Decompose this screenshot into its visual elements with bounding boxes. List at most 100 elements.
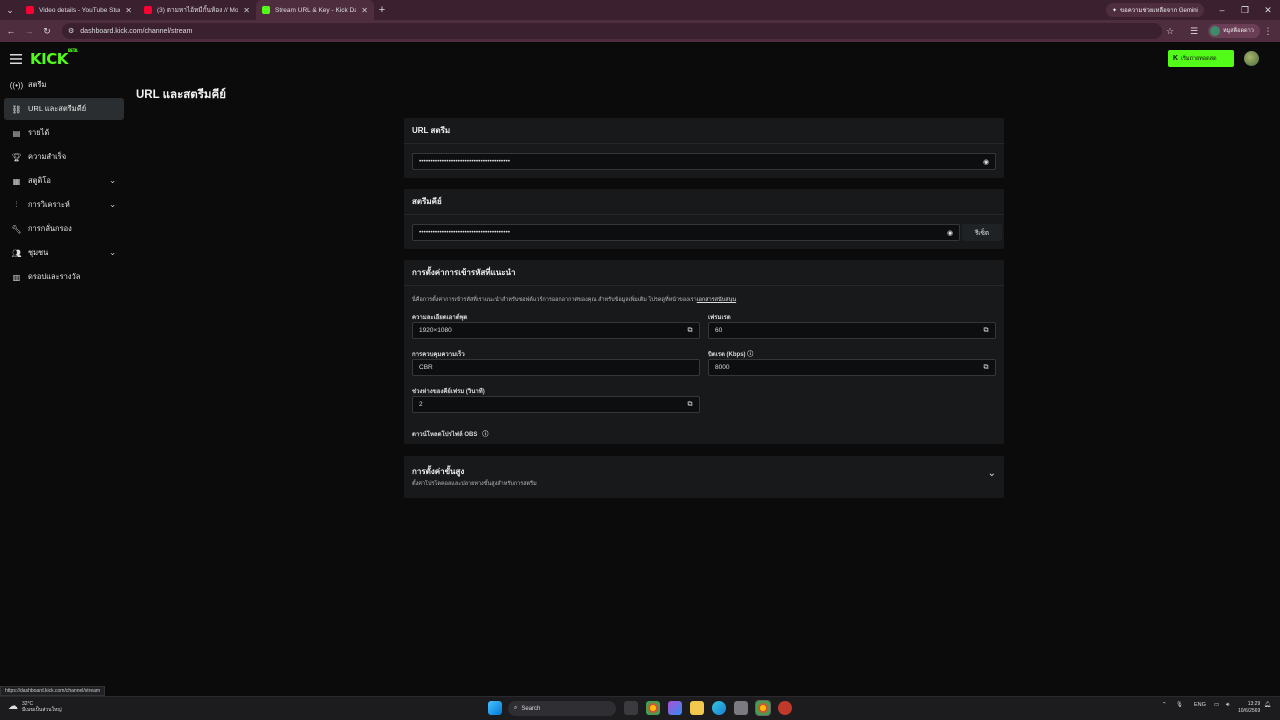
close-tab-icon[interactable]: ✕ [125, 6, 132, 15]
chevron-down-icon[interactable]: ⌄ [109, 176, 116, 185]
encoder-description: นี่คือการตั้งค่าการเข้ารหัสที่เราแนะนำสำ… [412, 296, 736, 304]
notification-icon[interactable]: 🔔︎ [1264, 702, 1271, 708]
profile-button[interactable]: หมูสต็อดดาว [1208, 24, 1260, 38]
copy-icon[interactable]: ⧉ [982, 364, 990, 372]
tab-actions-icon[interactable]: ☰ [1188, 25, 1200, 37]
sidebar-item-achievements[interactable]: 🏆︎ ความสำเร็จ [4, 146, 124, 168]
edge-icon[interactable] [712, 701, 726, 715]
stream-icon: ((•)) [9, 80, 24, 90]
status-bar-url: https://dashboard.kick.com/channel/strea… [0, 686, 106, 696]
bookmark-star-icon[interactable]: ☆ [1164, 25, 1176, 37]
copy-icon[interactable]: ⧉ [686, 401, 694, 409]
info-icon[interactable]: ⓘ [747, 352, 753, 358]
reload-button[interactable]: ↻ [38, 22, 56, 40]
resolution-label: ความละเอียดเอาต์พุต [412, 315, 468, 321]
copilot-icon[interactable] [668, 701, 682, 715]
browser-menu-icon[interactable]: ⋮ [1262, 25, 1274, 37]
minimize-button[interactable]: – [1211, 0, 1233, 20]
site-info-icon[interactable]: ⚙ [68, 27, 74, 35]
tab-search-icon[interactable]: ⌄ [0, 0, 20, 20]
back-button[interactable]: ← [2, 22, 20, 40]
sidebar-item-community[interactable]: 👥︎ ชุมชน ⌄ [4, 242, 124, 264]
encoder-settings-card: การตั้งค่าการเข้ารหัสที่แนะนำ นี่คือการต… [404, 260, 1004, 444]
advanced-settings-card[interactable]: การตั้งค่าขั้นสูง ตั้งค่าโปรโตคอลและปลาย… [404, 456, 1004, 498]
chevron-down-icon[interactable]: ⌄ [109, 200, 116, 209]
taskbar-search[interactable]: ⌕ Search [508, 701, 616, 716]
stream-url-field[interactable]: ••••••••••••••••••••••••••••••••••••••••… [412, 153, 996, 170]
copy-icon[interactable]: ⧉ [982, 327, 990, 335]
analytics-icon: ⫶ [15, 200, 18, 209]
chevron-down-icon[interactable]: ⌄ [109, 248, 116, 257]
gemini-button[interactable]: ✦ ขอความช่วยเหลือจาก Gemini [1106, 3, 1204, 17]
youtube-favicon-icon [26, 6, 34, 14]
stream-key-value: •••••••••••••••••••••••••••••••••••••••• [419, 229, 511, 236]
obs-profile-label: ดาวน์โหลดโปรไฟล์ OBS [412, 432, 478, 438]
microphone-icon[interactable]: 🎙︎ [1176, 702, 1183, 708]
drops-icon: ▥ [12, 272, 21, 282]
windows-taskbar: ☁ 32°C มีเมฆเป็นส่วนใหญ่ ⌕ Search ⌃ 🎙︎ E… [0, 696, 1280, 720]
sidebar-item-drops[interactable]: ▥ ดรอปและรางวัล [4, 266, 124, 288]
close-window-button[interactable]: ✕ [1257, 0, 1279, 20]
close-tab-icon[interactable]: ✕ [243, 6, 250, 15]
windows-start-icon[interactable] [488, 701, 502, 715]
search-icon: ⌕ [514, 705, 518, 711]
omnibox[interactable]: ⚙ dashboard.kick.com/channel/stream [62, 23, 1162, 39]
chrome-icon[interactable] [646, 701, 660, 715]
tab-kick-dashboard[interactable]: Stream URL & Key - Kick Dashb... ✕ [256, 0, 374, 20]
kick-logo[interactable]: KICKBETA [30, 48, 78, 68]
sidebar-item-studio[interactable]: ▦ สตูดิโอ ⌄ [4, 170, 124, 192]
reset-key-button[interactable]: รีเซ็ต [962, 224, 1002, 241]
close-tab-icon[interactable]: ✕ [361, 6, 368, 15]
language-indicator[interactable]: ENG [1194, 702, 1206, 708]
rate-control-value: CBR [419, 364, 433, 371]
framerate-field[interactable]: 60 ⧉ [708, 322, 996, 339]
tab-youtube-studio[interactable]: Video details - YouTube Studio ✕ [20, 0, 138, 20]
settings-icon[interactable] [734, 701, 748, 715]
chevron-down-icon[interactable]: ⌄ [988, 468, 996, 479]
tray-overflow-icon[interactable]: ⌃ [1162, 702, 1167, 708]
browser-tab-strip: ⌄ Video details - YouTube Studio ✕ (3) ต… [0, 0, 1280, 20]
stream-key-field[interactable]: ••••••••••••••••••••••••••••••••••••••••… [412, 224, 960, 241]
stream-key-heading: สตรีมคีย์ [404, 189, 1004, 215]
search-label: Search [521, 705, 541, 712]
file-explorer-icon[interactable] [690, 701, 704, 715]
copy-icon[interactable]: ⧉ [686, 327, 694, 335]
chrome-profile-icon[interactable] [755, 700, 771, 716]
sidebar-item-analytics[interactable]: ⫶ การวิเคราะห์ ⌄ [4, 194, 124, 216]
sidebar-item-label: การกลั่นกรอง [28, 224, 72, 233]
resolution-field[interactable]: 1920×1080 ⧉ [412, 322, 700, 339]
tab-title: Stream URL & Key - Kick Dashb... [275, 6, 357, 14]
forward-button[interactable]: → [20, 22, 38, 40]
maximize-button[interactable]: ❐ [1234, 0, 1256, 20]
tab-title: Video details - YouTube Studio [39, 6, 121, 14]
rate-control-field[interactable]: CBR [412, 359, 700, 376]
task-view-icon[interactable] [624, 701, 638, 715]
community-icon: 👥︎ [11, 248, 22, 258]
network-icon[interactable]: ▭ [1214, 702, 1219, 708]
bitrate-field[interactable]: 8000 ⧉ [708, 359, 996, 376]
sidebar-item-moderation[interactable]: 🔧︎ การกลั่นกรอง [4, 218, 124, 240]
go-live-button[interactable]: K เริ่มถ่ายทอดสด [1168, 50, 1234, 67]
sidebar-item-stream[interactable]: ((•)) สตรีม [4, 74, 124, 96]
tab-youtube-video[interactable]: (3) ตามหาไอ้หมีกั้นห้อง // Monster... ✕ [138, 0, 256, 20]
eye-icon[interactable]: ◉ [982, 158, 990, 166]
app-icon[interactable] [778, 701, 792, 715]
user-avatar[interactable] [1244, 51, 1259, 66]
hamburger-menu-icon[interactable] [10, 54, 22, 64]
volume-icon[interactable]: 🔊︎ [1226, 702, 1229, 709]
bitrate-label: บิตเรต (Kbps) [708, 352, 746, 358]
sidebar-item-revenue[interactable]: ▤ รายได้ [4, 122, 124, 144]
kick-dashboard-page: KICKBETA K เริ่มถ่ายทอดสด ((•)) สตรีม ⛓ … [0, 42, 1280, 696]
youtube-favicon-icon [144, 6, 152, 14]
info-icon[interactable]: ⓘ [479, 432, 488, 438]
support-docs-link[interactable]: เอกสารสนับสนุน [697, 297, 736, 303]
taskbar-clock[interactable]: 13:29 10/6/2569 [1238, 701, 1260, 715]
logo-beta: BETA [67, 48, 78, 53]
weather-widget[interactable]: ☁ 32°C มีเมฆเป็นส่วนใหญ่ [8, 701, 62, 713]
keyframe-field[interactable]: 2 ⧉ [412, 396, 700, 413]
obs-profile-link[interactable]: ดาวน์โหลดโปรไฟล์ OBS ⓘ [412, 429, 488, 439]
eye-icon[interactable]: ◉ [946, 229, 954, 237]
url-text: dashboard.kick.com/channel/stream [80, 27, 193, 35]
new-tab-button[interactable]: + [374, 2, 390, 18]
sidebar-item-url-and-key[interactable]: ⛓ URL และสตรีมคีย์ [4, 98, 124, 120]
